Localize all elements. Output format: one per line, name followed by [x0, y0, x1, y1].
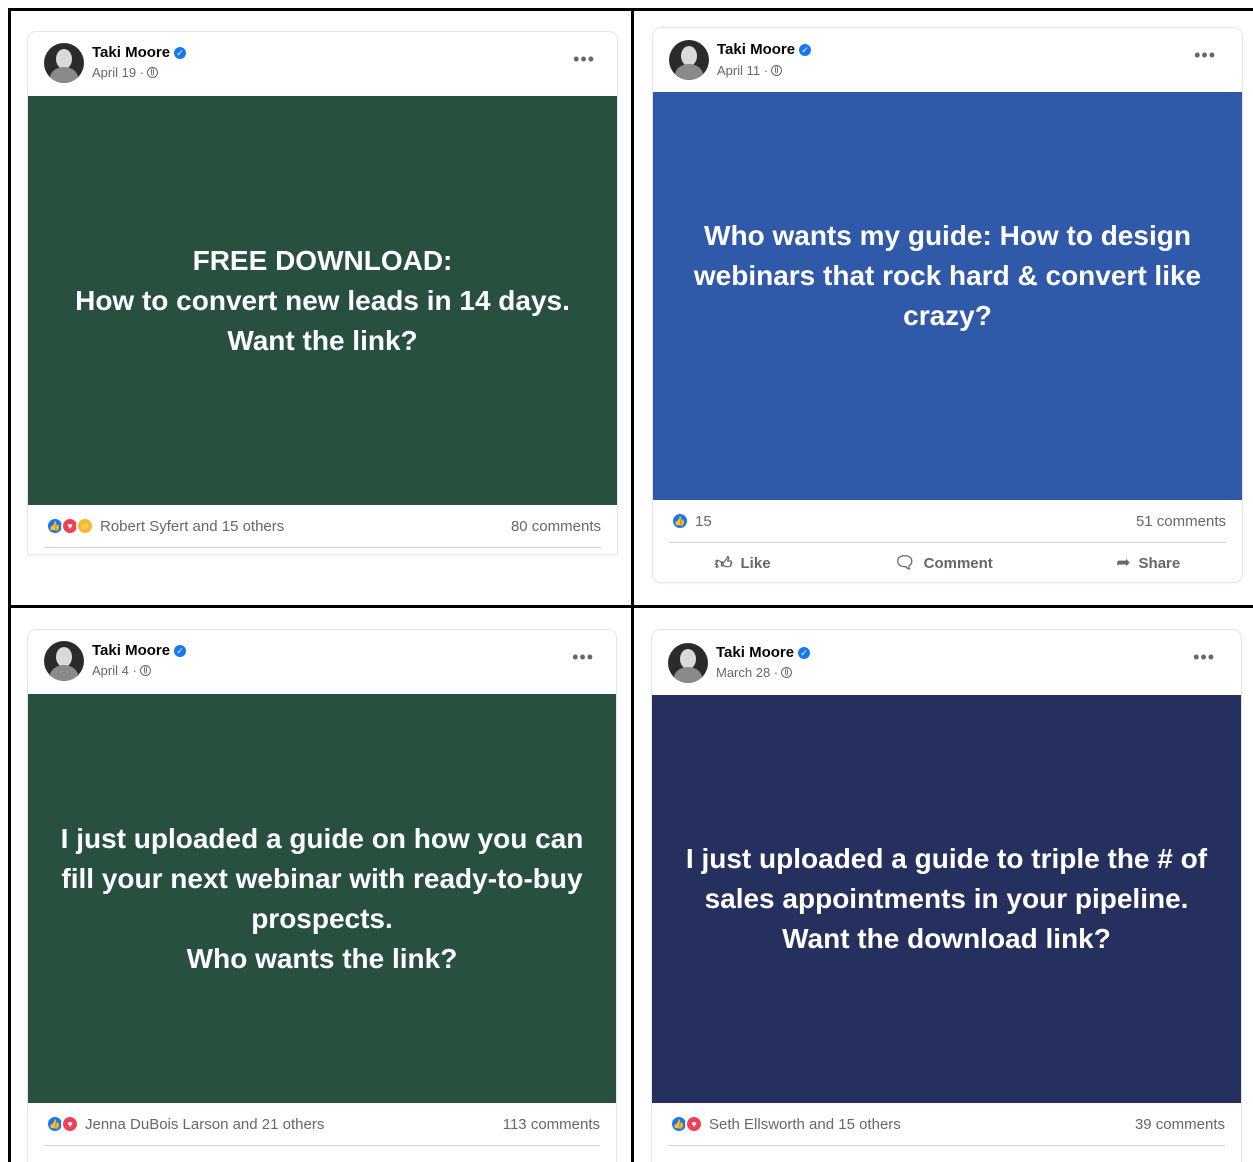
avatar[interactable] [669, 40, 709, 80]
author-name[interactable]: Taki Moore [92, 44, 170, 61]
love-icon: ♥ [685, 1115, 703, 1133]
reactions-summary[interactable]: Seth Ellsworth and 15 others [709, 1116, 901, 1133]
post-header: Taki Moore ✓ March 28 · ••• [652, 630, 1241, 694]
avatar[interactable] [44, 641, 84, 681]
verified-badge-icon: ✓ [798, 646, 811, 659]
thumbs-up-icon: 👍︎ [714, 553, 733, 573]
like-icon: 👍 [671, 512, 689, 530]
author-name[interactable]: Taki Moore [92, 642, 170, 659]
post-actions: 👍︎ Like 🗨︎ Comment ➦ Share [653, 543, 1242, 582]
globe-icon [139, 665, 151, 676]
banner-text: I just uploaded a guide to triple the # … [685, 843, 1208, 954]
divider [44, 1145, 600, 1146]
share-label: Share [1138, 554, 1181, 572]
post-stats: 👍 ♥ Jenna DuBois Larson and 21 others 11… [28, 1103, 616, 1145]
comments-count[interactable]: 80 comments [511, 518, 601, 535]
more-options-icon[interactable]: ••• [1193, 648, 1215, 666]
post-banner: I just uploaded a guide on how you can f… [28, 694, 616, 1103]
comment-bubble-icon: 🗨︎ [894, 553, 916, 572]
divider [668, 1145, 1225, 1146]
post-card: Taki Moore ✓ April 11 · ••• Who wants my… [653, 28, 1242, 582]
grid-divider-vertical [631, 8, 634, 1162]
verified-badge-icon: ✓ [174, 46, 187, 59]
reactions-count[interactable]: 15 [695, 513, 712, 530]
globe-icon [147, 67, 159, 78]
comment-button[interactable]: 🗨︎ Comment [894, 553, 993, 573]
reactions-summary[interactable]: Jenna DuBois Larson and 21 others [85, 1116, 324, 1133]
post-date[interactable]: April 11 · [717, 63, 768, 78]
author-name[interactable]: Taki Moore [717, 41, 795, 58]
reactions-summary[interactable]: Robert Syfert and 15 others [100, 518, 284, 535]
verified-badge-icon: ✓ [174, 644, 187, 657]
post-header: Taki Moore ✓ April 11 · ••• [653, 28, 1242, 92]
globe-icon [781, 667, 793, 678]
post-stats: 👍 ♥ Seth Ellsworth and 15 others 39 comm… [652, 1103, 1241, 1145]
like-label: Like [740, 554, 771, 572]
globe-icon [771, 65, 783, 76]
post-stats: 👍 15 51 comments [653, 500, 1242, 542]
post-header: Taki Moore ✓ April 19 · ••• [28, 32, 617, 96]
author-name[interactable]: Taki Moore [716, 644, 794, 661]
post-banner: I just uploaded a guide to triple the # … [652, 695, 1241, 1103]
post-date[interactable]: April 19 · [92, 65, 144, 80]
post-date[interactable]: April 4 · [92, 663, 137, 678]
avatar[interactable] [668, 643, 708, 683]
care-icon: ☺ [76, 517, 94, 535]
grid-border-left [8, 8, 11, 1162]
post-banner: FREE DOWNLOAD: How to convert new leads … [28, 96, 617, 505]
more-options-icon[interactable]: ••• [573, 50, 595, 68]
banner-text: Who wants my guide: How to design webina… [693, 220, 1202, 331]
comments-count[interactable]: 39 comments [1135, 1116, 1225, 1133]
post-card: Taki Moore ✓ April 4 · ••• I just upload… [28, 630, 616, 1162]
post-stats: 👍 ♥ ☺ Robert Syfert and 15 others 80 com… [28, 505, 617, 547]
avatar[interactable] [44, 43, 84, 83]
post-header: Taki Moore ✓ April 4 · ••• [28, 630, 616, 694]
like-button[interactable]: 👍︎ Like [715, 553, 771, 574]
share-button[interactable]: ➦ Share [1116, 553, 1180, 573]
divider [44, 547, 601, 548]
comments-count[interactable]: 113 comments [503, 1116, 600, 1133]
more-options-icon[interactable]: ••• [1194, 46, 1216, 64]
more-options-icon[interactable]: ••• [572, 648, 594, 666]
share-arrow-icon: ➦ [1116, 553, 1131, 572]
post-card: Taki Moore ✓ March 28 · ••• I just uploa… [652, 630, 1241, 1162]
post-banner: Who wants my guide: How to design webina… [653, 92, 1242, 500]
comment-label: Comment [923, 554, 993, 572]
comments-count[interactable]: 51 comments [1136, 513, 1226, 530]
love-icon: ♥ [61, 1115, 79, 1133]
post-date[interactable]: March 28 · [716, 665, 778, 680]
banner-text: I just uploaded a guide on how you can f… [60, 822, 584, 974]
banner-text: FREE DOWNLOAD: How to convert new leads … [75, 244, 570, 356]
grid-divider-horizontal [8, 605, 1253, 608]
post-card: Taki Moore ✓ April 19 · ••• FREE DOWNLOA… [28, 32, 617, 554]
verified-badge-icon: ✓ [799, 43, 812, 56]
